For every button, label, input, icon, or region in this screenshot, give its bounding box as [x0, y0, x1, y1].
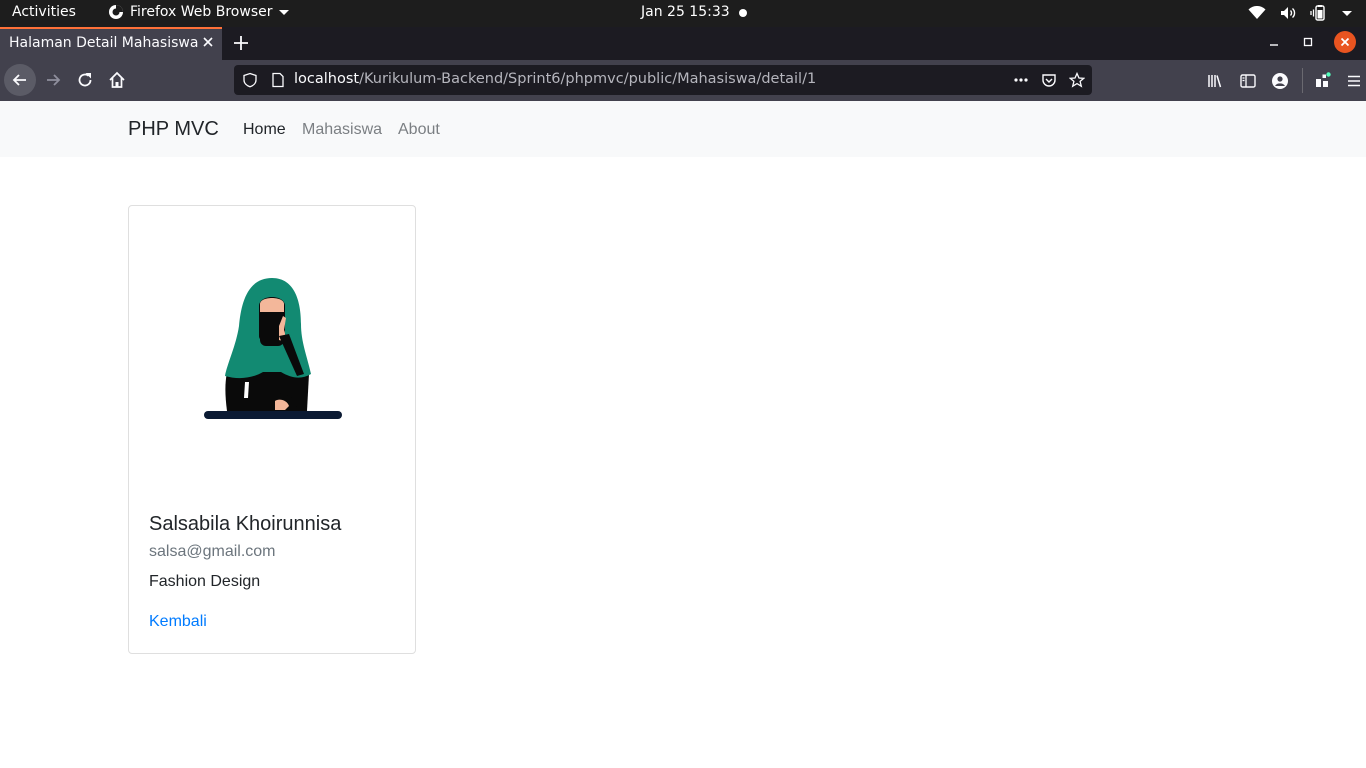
close-window-button[interactable]: [1334, 31, 1356, 53]
bookmark-star-icon[interactable]: [1069, 72, 1085, 88]
web-page: PHP MVC Home Mahasiswa About Salsabila K…: [0, 101, 1366, 768]
sidebar-icon[interactable]: [1239, 72, 1257, 90]
extensions-icon[interactable]: [1313, 72, 1331, 90]
address-bar[interactable]: localhost/Kurikulum-Backend/Sprint6/phpm…: [234, 65, 1092, 95]
tab-accent-line: [0, 27, 222, 29]
activities-button[interactable]: Activities: [12, 4, 76, 20]
site-navbar: PHP MVC Home Mahasiswa About: [0, 101, 1366, 157]
notification-dot-icon: [739, 9, 747, 17]
page-info-icon[interactable]: [270, 72, 286, 88]
chevron-down-icon: [278, 9, 289, 15]
minimize-icon[interactable]: [1266, 34, 1282, 50]
library-icon[interactable]: [1206, 72, 1224, 90]
url-host: localhost: [294, 71, 360, 87]
app-menu[interactable]: Firefox Web Browser: [108, 4, 289, 20]
home-icon[interactable]: [107, 70, 127, 90]
url-text[interactable]: localhost/Kurikulum-Backend/Sprint6/phpm…: [294, 71, 816, 87]
pocket-icon[interactable]: [1041, 72, 1057, 88]
hamburger-menu-icon[interactable]: [1345, 72, 1363, 90]
back-arrow-icon: [12, 74, 26, 86]
chevron-down-icon: [1342, 10, 1352, 16]
nav-about[interactable]: About: [398, 121, 440, 139]
nav-mahasiswa[interactable]: Mahasiswa: [302, 121, 382, 139]
browser-toolbar: localhost/Kurikulum-Backend/Sprint6/phpm…: [0, 60, 1366, 101]
maximize-icon[interactable]: [1300, 34, 1316, 50]
reload-icon[interactable]: [75, 70, 95, 90]
student-email: salsa@gmail.com: [149, 543, 276, 560]
url-path: /Kurikulum-Backend/Sprint6/phpmvc/public…: [359, 71, 817, 87]
shield-icon[interactable]: [242, 72, 258, 88]
close-tab-icon[interactable]: [199, 33, 217, 51]
student-detail-card: Salsabila Khoirunnisa salsa@gmail.com Fa…: [128, 205, 416, 654]
toolbar-right: [1186, 60, 1366, 101]
tab-title: Halaman Detail Mahasiswa: [9, 35, 199, 51]
back-button[interactable]: [4, 64, 36, 96]
app-menu-label: Firefox Web Browser: [130, 4, 273, 20]
wifi-icon: [1248, 6, 1266, 19]
tab-strip: Halaman Detail Mahasiswa: [0, 27, 1366, 60]
tab-active[interactable]: Halaman Detail Mahasiswa: [0, 27, 222, 60]
student-illustration: [204, 278, 342, 419]
forward-arrow-icon[interactable]: [43, 70, 63, 90]
new-tab-icon[interactable]: [231, 33, 251, 53]
volume-icon: [1281, 7, 1296, 19]
system-top-bar: Activities Firefox Web Browser Jan 25 15…: [0, 0, 1366, 27]
window-controls: [1266, 31, 1356, 53]
system-tray[interactable]: [1248, 5, 1352, 21]
battery-icon: [1310, 5, 1325, 21]
account-icon[interactable]: [1271, 72, 1289, 90]
toolbar-separator: [1302, 68, 1303, 93]
back-link[interactable]: Kembali: [149, 613, 207, 631]
site-brand[interactable]: PHP MVC: [128, 118, 219, 141]
page-actions-icon[interactable]: [1013, 72, 1029, 88]
nav-home[interactable]: Home: [243, 121, 286, 139]
firefox-icon: [109, 5, 123, 19]
student-major: Fashion Design: [149, 573, 261, 590]
student-name: Salsabila Khoirunnisa: [149, 513, 342, 535]
close-icon: [1340, 37, 1350, 47]
clock[interactable]: Jan 25 15:33: [641, 4, 730, 20]
